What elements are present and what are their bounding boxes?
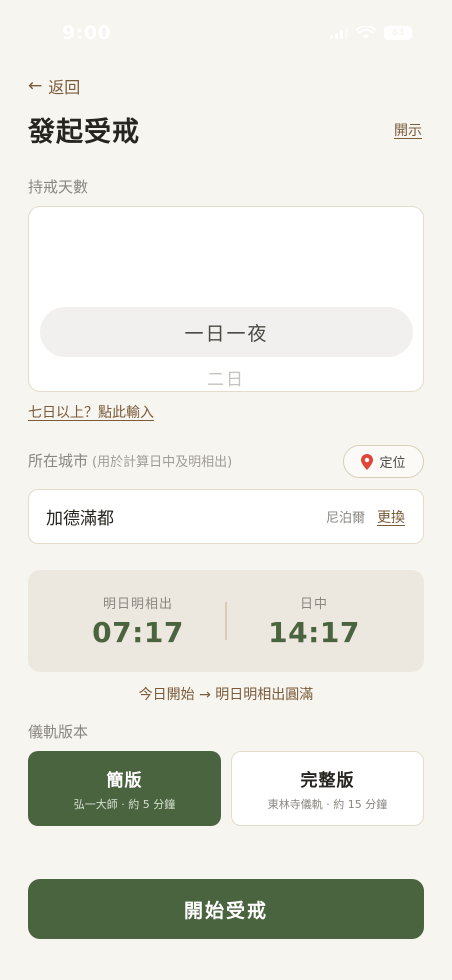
start-button[interactable]: 開始受戒 bbox=[28, 879, 424, 939]
help-link[interactable]: 開示 bbox=[394, 120, 422, 140]
locate-button[interactable]: 定位 bbox=[343, 445, 424, 478]
duration-label: 持戒天數 bbox=[28, 178, 89, 196]
times-card: 明日明相出 07:17 日中 14:17 bbox=[28, 570, 424, 672]
noon-value: 14:17 bbox=[268, 616, 360, 649]
period-note: 今日開始 → 明日明相出圓滿 bbox=[138, 687, 314, 703]
cellular-signal-icon bbox=[330, 27, 348, 39]
city-field[interactable]: 加德滿都 尼泊爾 更換 bbox=[28, 489, 424, 544]
map-pin-icon bbox=[361, 453, 374, 470]
ritual-option-name: 簡版 bbox=[106, 770, 143, 791]
picker-selected-option[interactable]: 一日一夜 bbox=[40, 307, 413, 357]
wifi-icon bbox=[356, 26, 376, 39]
dawn-label: 明日明相出 bbox=[102, 597, 173, 612]
city-label: 所在城市 (用於計算日中及明相出) bbox=[28, 450, 232, 471]
noon-label: 日中 bbox=[299, 597, 328, 612]
duration-picker[interactable]: 一日一夜 二日 bbox=[28, 206, 424, 392]
locate-label: 定位 bbox=[379, 456, 406, 471]
city-label-note: (用於計算日中及明相出) bbox=[92, 455, 233, 470]
ritual-option-desc: 東林寺儀軌 · 約 15 分鐘 bbox=[267, 797, 388, 811]
ritual-option-simple[interactable]: 簡版 弘一大師 · 約 5 分鐘 bbox=[28, 751, 221, 826]
status-icons: 83 bbox=[330, 26, 412, 40]
ritual-label: 儀軌版本 bbox=[28, 723, 89, 741]
ritual-option-desc: 弘一大師 · 約 5 分鐘 bbox=[73, 797, 176, 811]
page-title: 發起受戒 bbox=[28, 117, 140, 148]
status-time: 9:00 bbox=[62, 22, 112, 44]
change-city-link[interactable]: 更換 bbox=[377, 507, 405, 527]
dawn-value: 07:17 bbox=[92, 616, 184, 649]
city-name: 加德滿都 bbox=[46, 509, 114, 529]
more-days-link[interactable]: 七日以上？點此輸入 bbox=[28, 402, 154, 422]
ritual-option-name: 完整版 bbox=[300, 770, 355, 791]
status-bar: 9:00 83 bbox=[0, 0, 452, 66]
back-button[interactable]: ← 返回 bbox=[28, 74, 80, 98]
noon-time: 日中 14:17 bbox=[216, 570, 412, 672]
city-label-text: 所在城市 bbox=[28, 452, 89, 470]
city-country: 尼泊爾 bbox=[325, 511, 365, 526]
arrow-left-icon: ← bbox=[28, 76, 43, 96]
dawn-time: 明日明相出 07:17 bbox=[40, 570, 236, 672]
back-label: 返回 bbox=[48, 78, 81, 97]
battery-icon: 83 bbox=[384, 26, 412, 40]
ritual-option-full[interactable]: 完整版 東林寺儀軌 · 約 15 分鐘 bbox=[231, 751, 424, 826]
picker-next-option[interactable]: 二日 bbox=[29, 365, 423, 390]
